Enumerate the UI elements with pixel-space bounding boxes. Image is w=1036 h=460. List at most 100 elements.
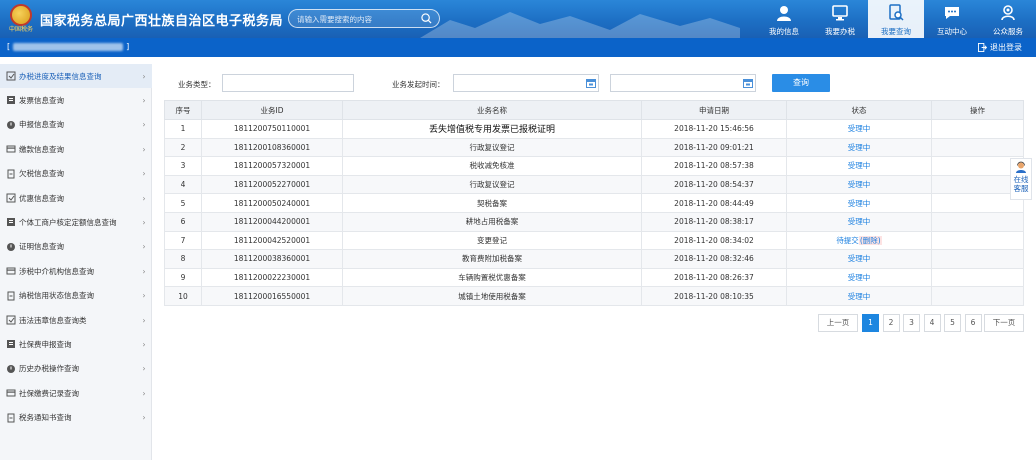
cell-no: 1 (164, 119, 202, 139)
cell-business-name: 契税备案 (342, 193, 642, 213)
cell-date: 2018-11-20 15:46:56 (641, 119, 787, 139)
search-box[interactable] (288, 9, 440, 28)
sidebar-item[interactable]: 欠税信息查询 › (0, 162, 152, 186)
sidebar-item[interactable]: 社保费申报查询 › (0, 332, 152, 356)
user-icon (777, 6, 791, 21)
col-header-status: 状态 (786, 100, 932, 120)
query-button[interactable]: 查询 (772, 74, 830, 92)
nav-label: 我要办税 (825, 27, 855, 36)
sidebar-item[interactable]: 税务通知书查询 › (0, 406, 152, 430)
online-service-button[interactable]: 在线 客服 (1010, 158, 1032, 200)
cell-date: 2018-11-20 08:54:37 (641, 174, 787, 195)
chevron-right-icon: › (142, 413, 146, 423)
user-bar: [] 退出登录 (0, 38, 1036, 57)
sidebar-item[interactable]: 缴款信息查询 › (0, 137, 152, 161)
cell-business-id[interactable]: 1811200038360001 (201, 249, 343, 269)
sidebar-item[interactable]: 个体工商户核定定额信息查询 › (0, 210, 152, 234)
declare-icon (7, 120, 15, 129)
cell-business-id[interactable]: 1811200016550001 (201, 286, 343, 306)
sidebar: 办税进度及结果信息查询 › 发票信息查询 › 申报信息查询 › 缴款信息查询 › 欠税信息查询 ›… (0, 64, 152, 460)
sidebar-item[interactable]: 涉税中介机构信息查询 › (0, 259, 152, 283)
page-button[interactable]: 6 (964, 314, 982, 332)
page-button[interactable]: 3 (903, 314, 920, 332)
status-link[interactable]: 待提交 (836, 236, 859, 245)
sidebar-item[interactable]: 社保缴费记录查询 › (0, 381, 152, 405)
search-icon[interactable] (421, 13, 432, 24)
sidebar-item-label: 社保费申报查询 (19, 339, 72, 349)
chevron-right-icon: › (142, 339, 146, 349)
sidebar-item-label: 税务通知书查询 (19, 413, 72, 423)
sidebar-item[interactable]: 纳税信用状态信息查询 › (0, 284, 152, 308)
delete-link[interactable]: (删除) (858, 235, 882, 245)
sidebar-item-label: 涉税中介机构信息查询 (19, 266, 94, 276)
chevron-right-icon: › (142, 169, 146, 179)
sidebar-item[interactable]: 办税进度及结果信息查询 › (0, 64, 152, 88)
status-link[interactable]: 受理中 (848, 217, 871, 226)
sidebar-item[interactable]: 申报信息查询 › (0, 113, 152, 137)
cell-business-id[interactable]: 1811200057320001 (201, 156, 343, 176)
cell-business-name: 城镇土地使用税备案 (342, 286, 642, 306)
next-page-button[interactable]: 下一页 (984, 314, 1024, 332)
status-link[interactable]: 受理中 (848, 199, 871, 208)
top-header: 中国税务 国家税务总局广西壮族自治区电子税务局 我的信息 我要办税 我要查询 互… (0, 0, 1036, 38)
nav-interaction[interactable]: 互动中心 (924, 0, 980, 38)
chevron-right-icon: › (142, 193, 146, 203)
cell-business-id[interactable]: 1811200042520001 (201, 230, 343, 251)
sidebar-item-label: 历史办税操作查询 (19, 364, 79, 374)
cell-status: 受理中 (786, 156, 932, 176)
sidebar-item[interactable]: 优惠信息查询 › (0, 186, 152, 210)
cell-status: 受理中 (786, 211, 932, 232)
quota-icon (7, 218, 15, 227)
cell-date: 2018-11-20 08:44:49 (641, 193, 787, 213)
status-link[interactable]: 受理中 (848, 124, 871, 133)
nav-public-service[interactable]: 公众服务 (980, 0, 1036, 38)
chat-icon (945, 7, 959, 19)
nav-tax-handling[interactable]: 我要办税 (812, 0, 868, 38)
status-link[interactable]: 受理中 (848, 180, 871, 189)
cell-date: 2018-11-20 08:32:46 (641, 249, 787, 269)
business-type-input[interactable] (222, 74, 354, 92)
calendar-icon[interactable] (586, 78, 596, 88)
cell-business-id[interactable]: 1811200052270001 (201, 174, 343, 195)
cell-action (931, 119, 1024, 139)
payment-icon (6, 145, 16, 153)
sidebar-item[interactable]: 发票信息查询 › (0, 88, 152, 112)
logout-link[interactable]: 退出登录 (978, 42, 1022, 53)
nav-label: 我的信息 (769, 27, 799, 36)
page-button[interactable]: 1 (862, 314, 879, 332)
nav-my-info[interactable]: 我的信息 (756, 0, 812, 38)
nav-label: 我要查询 (881, 27, 911, 36)
table-row: 9 1811200022230001 车辆购置税优惠备案 2018-11-20 08:… (164, 267, 1024, 288)
page-button[interactable]: 2 (882, 314, 900, 332)
cell-business-id[interactable]: 1811200044200001 (201, 211, 343, 232)
cell-date: 2018-11-20 08:57:38 (641, 156, 787, 176)
discount-icon (6, 193, 16, 203)
chevron-right-icon: › (142, 364, 146, 374)
prev-page-button[interactable]: 上一页 (818, 314, 858, 332)
status-link[interactable]: 受理中 (848, 143, 871, 152)
nav-query[interactable]: 我要查询 (868, 0, 924, 38)
user-name: [] (7, 42, 130, 51)
start-date-input[interactable] (453, 74, 599, 92)
end-date-input[interactable] (610, 74, 756, 92)
cell-business-id[interactable]: 1811200750110001 (201, 119, 343, 139)
cell-business-id[interactable]: 1811200050240001 (201, 193, 343, 213)
page-button[interactable]: 4 (923, 314, 941, 332)
sidebar-item[interactable]: 证明信息查询 › (0, 235, 152, 259)
masked-username (13, 42, 124, 51)
sidebar-item[interactable]: 违法违章信息查询类 › (0, 308, 152, 332)
cell-business-id[interactable]: 1811200108360001 (201, 137, 343, 158)
status-link[interactable]: 受理中 (848, 161, 871, 170)
sidebar-item[interactable]: 历史办税操作查询 › (0, 357, 152, 381)
cell-business-name: 耕地占用税备案 (342, 211, 642, 232)
calendar-icon[interactable] (743, 78, 753, 88)
cell-no: 7 (164, 230, 202, 251)
cell-business-id[interactable]: 1811200022230001 (201, 267, 343, 288)
status-link[interactable]: 受理中 (848, 273, 871, 282)
status-link[interactable]: 受理中 (848, 292, 871, 301)
kefu-label-2: 客服 (1013, 184, 1029, 193)
page-button[interactable]: 5 (944, 314, 961, 332)
status-link[interactable]: 受理中 (848, 254, 871, 263)
agency-icon (6, 267, 16, 275)
search-input[interactable] (297, 12, 415, 26)
